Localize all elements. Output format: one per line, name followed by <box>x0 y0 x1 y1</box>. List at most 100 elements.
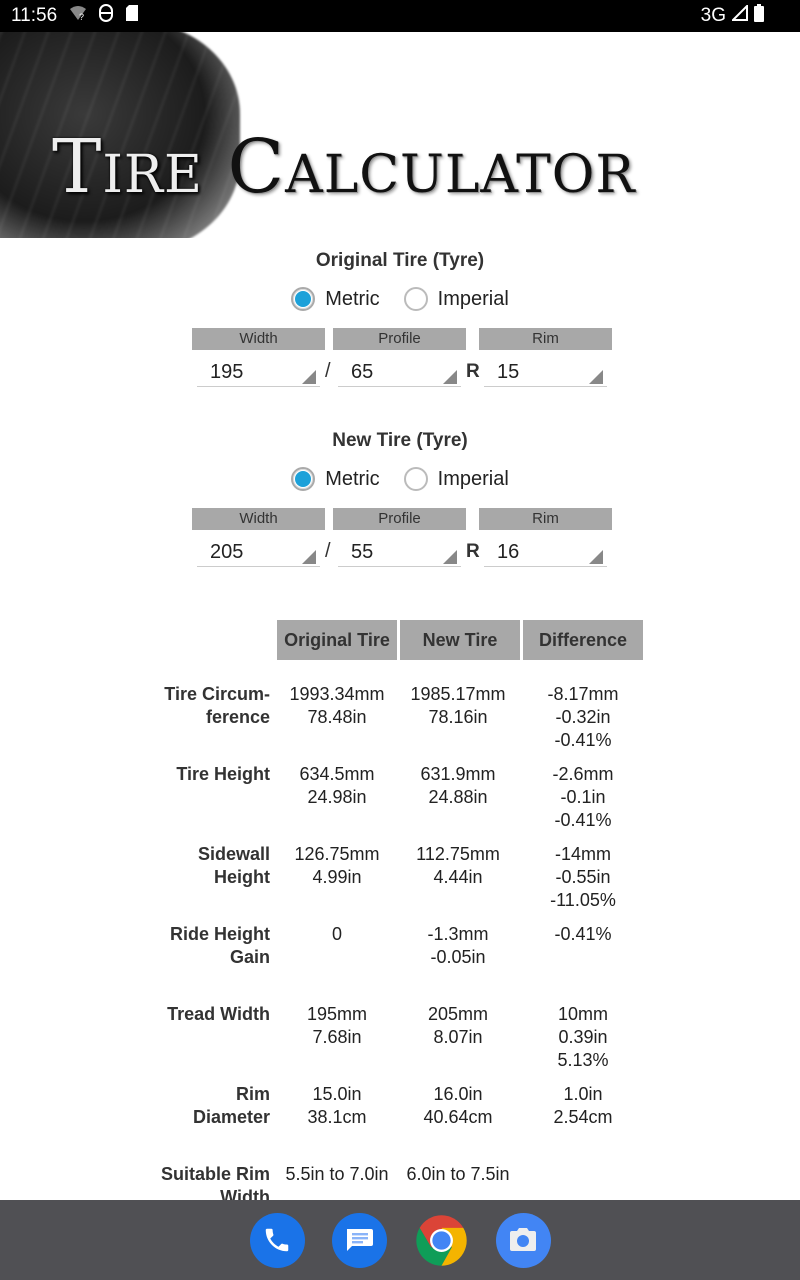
difference-value-line: -0.32in <box>555 707 611 727</box>
new-value-line: 40.64cm <box>423 1107 493 1127</box>
radio-checked-icon <box>291 467 316 491</box>
difference-value-line: -0.41% <box>554 810 612 830</box>
new-width-label: Width <box>192 508 325 530</box>
dropdown-arrow-icon <box>302 370 316 384</box>
original-metric-radio[interactable]: Metric <box>291 287 380 311</box>
difference-value-line: 0.39in <box>558 1027 608 1047</box>
original-value: 126.75mm 4.99in <box>277 843 397 889</box>
difference-value: -2.6mm -0.1in -0.41% <box>523 763 643 832</box>
original-value-line: 126.75mm <box>294 844 380 864</box>
difference-value: -0.41% <box>523 923 643 946</box>
new-profile-select[interactable]: 55 <box>338 537 461 567</box>
original-imperial-radio[interactable]: Imperial <box>403 287 509 311</box>
new-value-line: 205mm <box>427 1004 489 1024</box>
original-value-line: 24.98in <box>307 787 367 807</box>
difference-value-line: -0.55in <box>555 867 611 887</box>
new-value: 6.0in to 7.5in <box>398 1163 518 1186</box>
new-metric-radio[interactable]: Metric <box>291 467 380 491</box>
sd-card-icon <box>125 4 139 28</box>
original-profile-label: Profile <box>333 328 466 350</box>
original-profile-select[interactable]: 65 <box>338 357 461 387</box>
row-label: Rim Diameter <box>140 1083 270 1129</box>
difference-value: -8.17mm -0.32in -0.41% <box>523 683 643 752</box>
original-tire-title: Original Tire (Tyre) <box>315 250 485 271</box>
new-value: 112.75mm 4.44in <box>398 843 518 889</box>
row-label-line: Tire Height <box>176 764 270 784</box>
row-label-line: Diameter <box>192 1107 270 1127</box>
new-value-line: -0.05in <box>430 947 486 967</box>
original-rim-select[interactable]: 15 <box>484 357 607 387</box>
new-tire-title: New Tire (Tyre) <box>332 430 468 451</box>
original-value-line: 38.1cm <box>307 1107 367 1127</box>
row-label-line: Suitable Rim <box>160 1164 270 1184</box>
original-value: 5.5in to 7.0in <box>277 1163 397 1186</box>
row-label: Tread Width <box>140 1003 270 1026</box>
status-bar: 11:56 ? 3G <box>0 0 800 32</box>
row-label-line: Tread Width <box>167 1004 270 1024</box>
new-value-line: 16.0in <box>433 1084 483 1104</box>
battery-icon <box>754 4 764 28</box>
difference-value: -14mm -0.55in -11.05% <box>523 843 643 912</box>
original-value: 195mm 7.68in <box>277 1003 397 1049</box>
new-value-line: 8.07in <box>433 1027 483 1047</box>
new-value-line: 1985.17mm <box>410 684 506 704</box>
new-rim-select[interactable]: 16 <box>484 537 607 567</box>
original-width-select[interactable]: 195 <box>197 357 320 387</box>
difference-value: 1.0in 2.54cm <box>523 1083 643 1129</box>
new-value-line: 78.16in <box>428 707 488 727</box>
new-value-line: 24.88in <box>428 787 488 807</box>
original-value-line: 1993.34mm <box>289 684 385 704</box>
new-value-line: 4.44in <box>433 867 483 887</box>
row-label-line: ference <box>205 707 270 727</box>
difference-value-line: 2.54cm <box>553 1107 613 1127</box>
new-width-select[interactable]: 205 <box>197 537 320 567</box>
original-value-line: 7.68in <box>312 1027 362 1047</box>
new-value: 631.9mm 24.88in <box>398 763 518 809</box>
original-value-line: 5.5in to 7.0in <box>285 1164 389 1184</box>
radio-unchecked-icon <box>403 287 428 311</box>
row-label-line: Ride Height <box>169 924 270 944</box>
difference-value-line: -0.1in <box>560 787 606 807</box>
dropdown-arrow-icon <box>443 370 457 384</box>
camera-app-icon[interactable] <box>495 1212 551 1268</box>
difference-value-line: -2.6mm <box>552 764 614 784</box>
new-value: 205mm 8.07in <box>398 1003 518 1049</box>
r-separator: R <box>466 541 480 562</box>
sync-icon <box>99 4 114 28</box>
clock: 11:56 <box>11 5 58 26</box>
new-imperial-radio[interactable]: Imperial <box>403 467 509 491</box>
original-value: 634.5mm 24.98in <box>277 763 397 809</box>
original-value-line: 15.0in <box>312 1084 362 1104</box>
new-value-line: 6.0in to 7.5in <box>406 1164 510 1184</box>
original-value: 0 <box>277 923 397 946</box>
new-profile-label: Profile <box>333 508 466 530</box>
difference-value-line: 5.13% <box>557 1050 609 1070</box>
chrome-app-icon[interactable] <box>414 1213 469 1268</box>
slash-separator: / <box>325 360 331 382</box>
difference-value-line: -8.17mm <box>547 684 619 704</box>
original-value-line: 0 <box>331 924 342 944</box>
messages-app-icon[interactable] <box>331 1212 387 1268</box>
dropdown-arrow-icon <box>589 550 603 564</box>
r-separator: R <box>466 361 480 382</box>
header-original-tire: Original Tire <box>277 620 397 660</box>
original-value: 15.0in 38.1cm <box>277 1083 397 1129</box>
row-label: Tire Height <box>140 763 270 786</box>
row-label-line: Rim <box>235 1084 270 1104</box>
new-unit-radio-group: Metric Imperial <box>0 467 800 491</box>
row-label-line: Height <box>214 867 270 887</box>
svg-text:?: ? <box>79 12 84 21</box>
difference-value: 10mm 0.39in 5.13% <box>523 1003 643 1072</box>
signal-icon <box>730 3 748 27</box>
new-value: -1.3mm -0.05in <box>398 923 518 969</box>
new-value-line: -1.3mm <box>427 924 489 944</box>
original-rim-label: Rim <box>479 328 612 350</box>
wifi-unknown-icon: ? <box>69 5 87 27</box>
original-value-line: 4.99in <box>312 867 362 887</box>
header-difference: Difference <box>523 620 643 660</box>
row-label: Tire Circum-ference <box>140 683 270 729</box>
original-value: 1993.34mm 78.48in <box>277 683 397 729</box>
original-value-line: 634.5mm <box>299 764 375 784</box>
difference-value-line: -14mm <box>554 844 611 864</box>
phone-app-icon[interactable] <box>249 1212 305 1268</box>
